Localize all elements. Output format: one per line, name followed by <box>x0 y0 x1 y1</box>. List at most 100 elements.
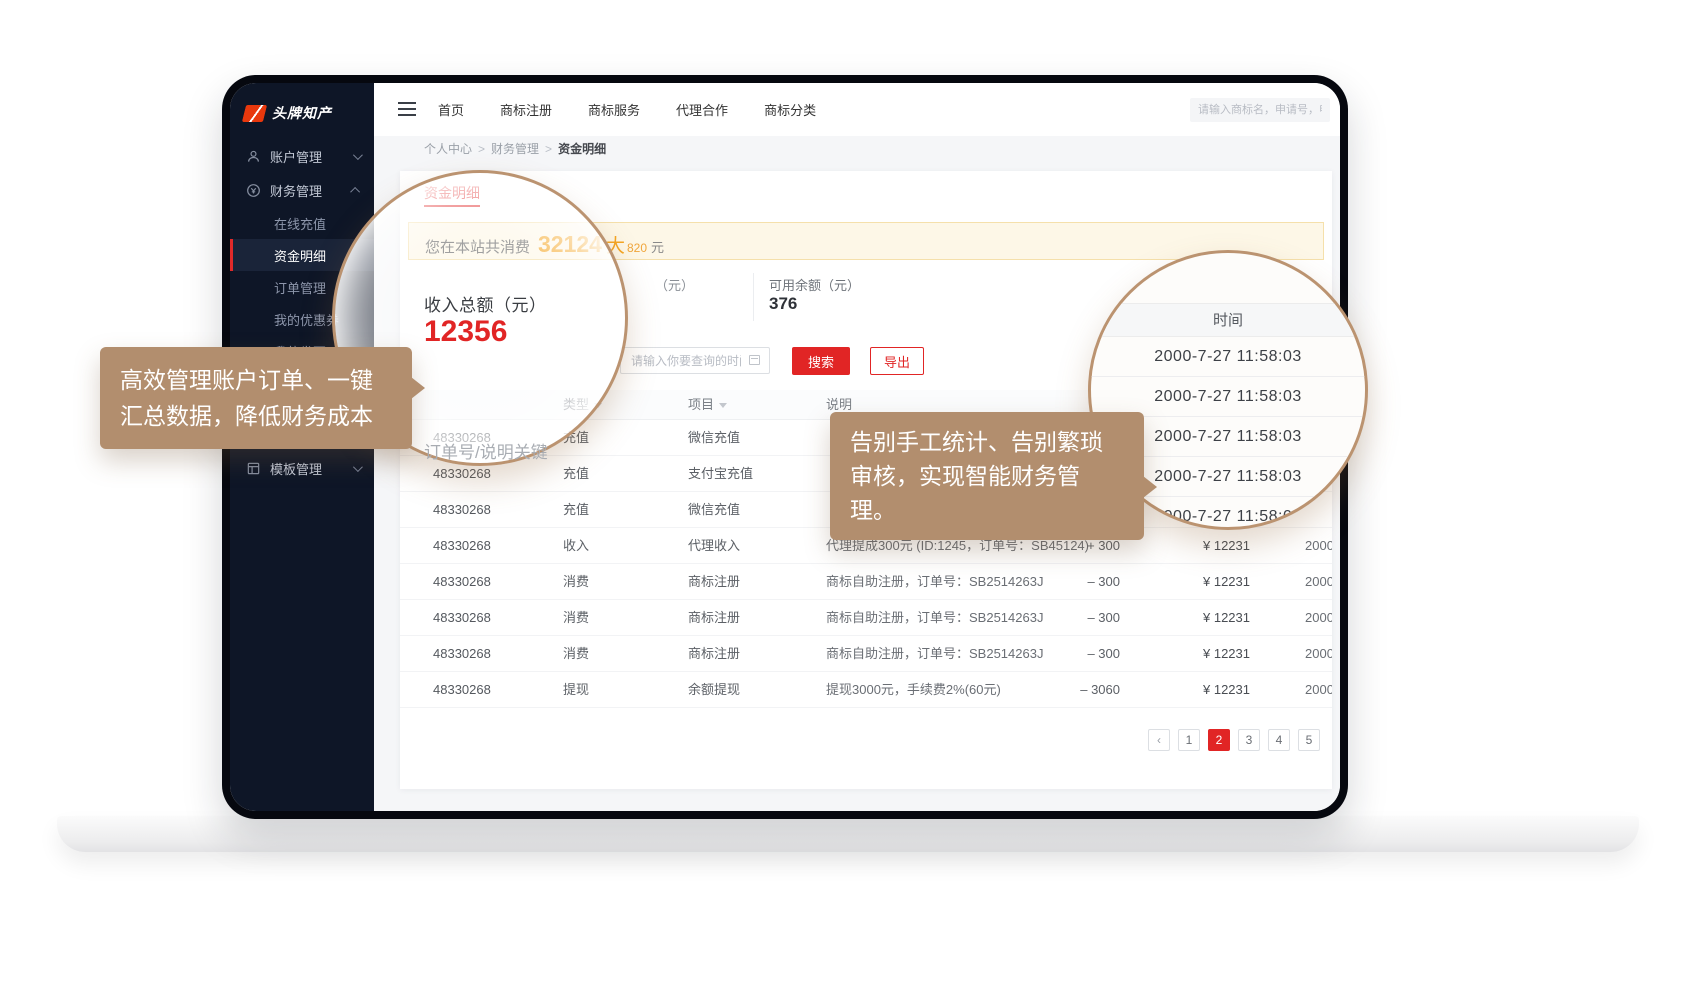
cell-type: 消费 <box>563 600 589 636</box>
hamburger-icon[interactable] <box>398 102 416 116</box>
cell-desc: 商标自助注册，订单号：SB2514263J <box>826 636 1043 672</box>
cell-balance: ¥ 12231 <box>1158 636 1250 672</box>
brand: 头牌知产 <box>230 83 374 139</box>
cell-balance: ¥ 12231 <box>1158 672 1250 708</box>
cell-project: 余额提现 <box>688 672 740 708</box>
cell-project: 微信充值 <box>688 492 740 528</box>
cell-time: 2000-7-27 11:58:03 <box>1305 528 1332 564</box>
template-icon <box>246 461 261 476</box>
nav-item-agency[interactable]: 代理合作 <box>676 100 728 119</box>
cell-order: 48330268 <box>433 528 491 564</box>
stats-divider <box>753 273 754 321</box>
brand-name: 头牌知产 <box>272 103 332 123</box>
page: 头牌知产 账户管理 财务管理 在线充值 <box>0 0 1696 1002</box>
cell-project: 商标注册 <box>688 600 740 636</box>
magnified-time-row: 2000-7-27 11:58:03 <box>1091 337 1365 377</box>
cell-type: 消费 <box>563 636 589 672</box>
cell-amount: – 300 <box>1028 636 1120 672</box>
pagination-page-3[interactable]: 3 <box>1238 729 1260 751</box>
calendar-icon[interactable] <box>749 355 760 365</box>
breadcrumb-part[interactable]: 财务管理 <box>491 142 539 156</box>
magnified-income-value: 12356 <box>424 315 507 349</box>
pagination-page-2-active[interactable]: 2 <box>1208 729 1230 751</box>
pagination-page-1[interactable]: 1 <box>1178 729 1200 751</box>
cell-project: 支付宝充值 <box>688 456 753 492</box>
cell-amount: – 3060 <box>1028 672 1120 708</box>
cell-project: 微信充值 <box>688 420 740 456</box>
magnified-order-header: 订单号/说明关键 <box>424 438 548 463</box>
cell-desc: 提现3000元，手续费2%(60元) <box>826 672 1001 708</box>
breadcrumb-separator: > <box>545 142 552 156</box>
banner-amount-rest: 820 <box>627 241 647 255</box>
breadcrumb-separator: > <box>478 142 485 156</box>
table-row: 48330268 消费 商标注册 商标自助注册，订单号：SB2514263J –… <box>400 636 1332 672</box>
chevron-down-icon <box>353 462 363 472</box>
nav-item-trademark-class[interactable]: 商标分类 <box>764 100 816 119</box>
header-label: 说明 <box>826 397 852 412</box>
user-icon <box>246 149 261 164</box>
cell-order: 48330268 <box>433 672 491 708</box>
cell-time: 2000-7-27 11:58:03 <box>1305 636 1332 672</box>
sidebar-subitem-label: 在线充值 <box>274 214 326 233</box>
pagination-page-5[interactable]: 5 <box>1298 729 1320 751</box>
sidebar-item-label: 账户管理 <box>270 147 353 166</box>
sidebar-subitem-label: 资金明细 <box>274 246 326 265</box>
cell-order: 48330268 <box>433 564 491 600</box>
cell-type: 充值 <box>563 456 589 492</box>
magnified-time-row: 2000-7-27 11:58:03 <box>1091 377 1365 417</box>
cell-amount: – 300 <box>1028 564 1120 600</box>
callout-left: 高效管理账户订单、一键 汇总数据，降低财务成本 <box>100 347 412 449</box>
cell-desc: 商标自助注册，订单号：SB2514263J <box>826 564 1043 600</box>
cell-type: 消费 <box>563 564 589 600</box>
cell-amount: – 300 <box>1028 600 1120 636</box>
stat-partial-label: （元） <box>655 275 694 294</box>
available-balance-label: 可用余额（元） <box>769 275 860 294</box>
caret-down-icon <box>719 403 727 408</box>
cell-order: 48330268 <box>433 636 491 672</box>
cell-type: 充值 <box>563 492 589 528</box>
cell-project: 商标注册 <box>688 564 740 600</box>
chevron-down-icon <box>353 150 363 160</box>
sidebar-item-template[interactable]: 模板管理 <box>230 451 374 485</box>
nav-item-trademark-service[interactable]: 商标服务 <box>588 100 640 119</box>
time-query-input[interactable] <box>620 347 770 374</box>
pagination-page-4[interactable]: 4 <box>1268 729 1290 751</box>
breadcrumb-current: 资金明细 <box>558 142 606 156</box>
header-project[interactable]: 项目 <box>688 390 727 420</box>
sidebar-item-label: 财务管理 <box>270 181 353 200</box>
laptop-base <box>57 816 1639 852</box>
cell-type: 收入 <box>563 528 589 564</box>
search-button[interactable]: 搜索 <box>792 347 850 375</box>
sidebar-subitem-label: 我的优惠券 <box>274 310 339 329</box>
table-row: 48330268 消费 商标注册 商标自助注册，订单号：SB2514263J –… <box>400 564 1332 600</box>
magnified-time-header: 时间 <box>1091 303 1365 337</box>
table-row: 48330268 消费 商标注册 商标自助注册，订单号：SB2514263J –… <box>400 600 1332 636</box>
banner-unit: 元 <box>651 237 664 256</box>
pagination: ‹ 1 2 3 4 5 <box>1148 729 1320 751</box>
cell-balance: ¥ 12231 <box>1158 528 1250 564</box>
export-button[interactable]: 导出 <box>870 347 924 375</box>
header-label: 项目 <box>688 397 714 412</box>
sidebar-item-account[interactable]: 账户管理 <box>230 139 374 173</box>
sidebar-item-finance[interactable]: 财务管理 <box>230 173 374 207</box>
pagination-prev-button[interactable]: ‹ <box>1148 729 1170 751</box>
sidebar-subitem-recharge[interactable]: 在线充值 <box>230 207 374 239</box>
available-balance-value: 376 <box>769 294 797 314</box>
nav-item-trademark-register[interactable]: 商标注册 <box>500 100 552 119</box>
sidebar-subitem-label: 订单管理 <box>274 278 326 297</box>
cell-balance: ¥ 12231 <box>1158 564 1250 600</box>
cell-project: 商标注册 <box>688 636 740 672</box>
topbar: 首页 商标注册 商标服务 代理合作 商标分类 <box>374 83 1340 136</box>
breadcrumb: 个人中心 > 财务管理 > 资金明细 <box>374 136 1340 163</box>
breadcrumb-part[interactable]: 个人中心 <box>424 142 472 156</box>
cell-balance: ¥ 12231 <box>1158 600 1250 636</box>
trademark-search-input[interactable] <box>1190 98 1330 122</box>
cell-order: 48330268 <box>433 492 491 528</box>
cell-project: 代理收入 <box>688 528 740 564</box>
nav-item-home[interactable]: 首页 <box>438 100 464 119</box>
cell-type: 提现 <box>563 672 589 708</box>
cell-time: 2000-7-27 11:58:03 <box>1305 564 1332 600</box>
cell-desc: 商标自助注册，订单号：SB2514263J <box>826 600 1043 636</box>
top-navigation: 首页 商标注册 商标服务 代理合作 商标分类 <box>438 83 816 136</box>
brand-logo-icon <box>242 105 267 122</box>
